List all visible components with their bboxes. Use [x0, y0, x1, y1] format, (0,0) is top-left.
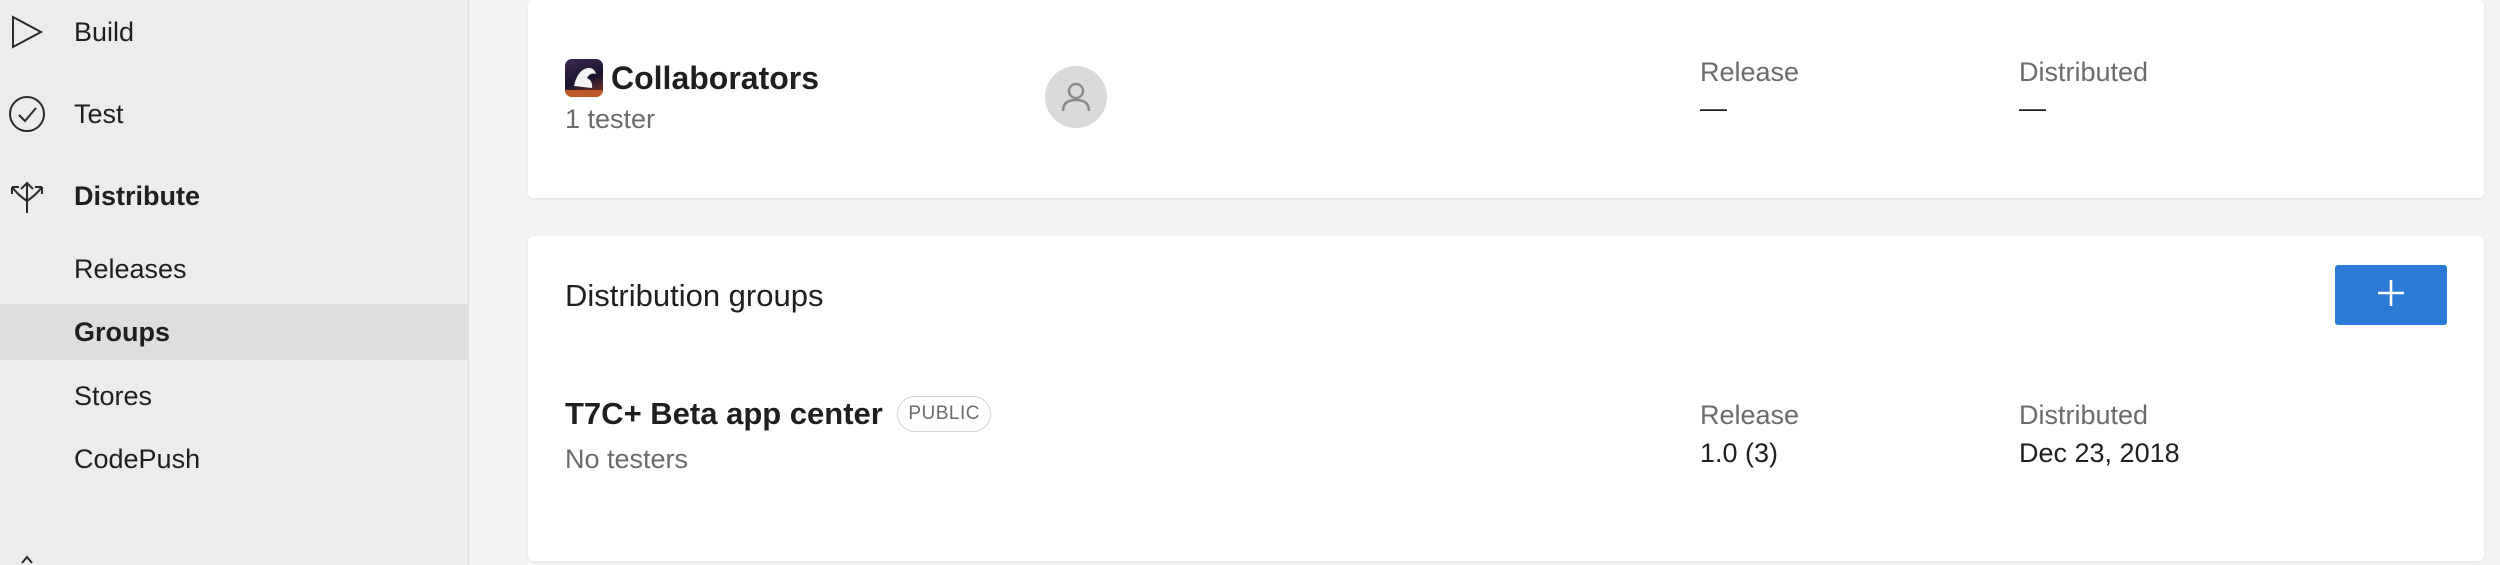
- sidebar: Build Test Distribute Releases Groups St…: [0, 0, 469, 565]
- sidebar-item-codepush[interactable]: CodePush: [0, 431, 468, 487]
- distributed-value: —: [2019, 93, 2046, 123]
- distributed-label: Distributed: [2019, 57, 2149, 87]
- sidebar-item-label: Stores: [74, 380, 153, 411]
- sidebar-item-releases[interactable]: Releases: [0, 241, 468, 297]
- release-label: Release: [1700, 400, 1800, 430]
- nav-item-distribute[interactable]: Distribute: [0, 170, 468, 222]
- release-value: —: [1700, 93, 1727, 123]
- more-arrow-icon: [20, 553, 34, 565]
- collaborators-card[interactable]: Collaborators 1 tester Release — Distrib…: [528, 0, 2484, 198]
- add-group-button[interactable]: [2335, 265, 2447, 325]
- collaborators-title: Collaborators: [611, 60, 820, 96]
- check-circle-icon: [6, 93, 48, 135]
- section-title: Distribution groups: [565, 278, 824, 313]
- distributed-value: Dec 23, 2018: [2019, 438, 2180, 468]
- group-row[interactable]: T7C+ Beta app center PUBLIC No testers R…: [528, 396, 2484, 536]
- sidebar-item-label: Releases: [74, 253, 187, 284]
- user-avatar-icon: [1045, 66, 1107, 128]
- nav-item-label: Build: [74, 16, 135, 47]
- sidebar-item-stores[interactable]: Stores: [0, 368, 468, 424]
- distributed-label: Distributed: [2019, 400, 2149, 430]
- release-value: 1.0 (3): [1700, 438, 1779, 468]
- group-name: T7C+ Beta app center: [565, 396, 883, 431]
- sidebar-item-label: Groups: [74, 316, 171, 347]
- distribute-arrows-icon: [6, 175, 48, 217]
- release-label: Release: [1700, 57, 1800, 87]
- sidebar-item-groups[interactable]: Groups: [0, 304, 468, 360]
- nav-item-test[interactable]: Test: [0, 88, 468, 140]
- public-badge: PUBLIC: [897, 396, 991, 432]
- app-icon: [565, 59, 603, 97]
- distribution-groups-card: Distribution groups T7C+ Beta app center…: [528, 236, 2484, 561]
- play-triangle-icon: [6, 11, 48, 53]
- sidebar-item-label: CodePush: [74, 443, 201, 474]
- nav-item-label: Distribute: [74, 180, 201, 211]
- nav-item-label: Test: [74, 98, 124, 129]
- plus-icon: [2375, 277, 2407, 314]
- collaborators-testers: 1 tester: [565, 104, 656, 134]
- nav-item-build[interactable]: Build: [0, 6, 468, 58]
- group-testers: No testers: [565, 444, 689, 474]
